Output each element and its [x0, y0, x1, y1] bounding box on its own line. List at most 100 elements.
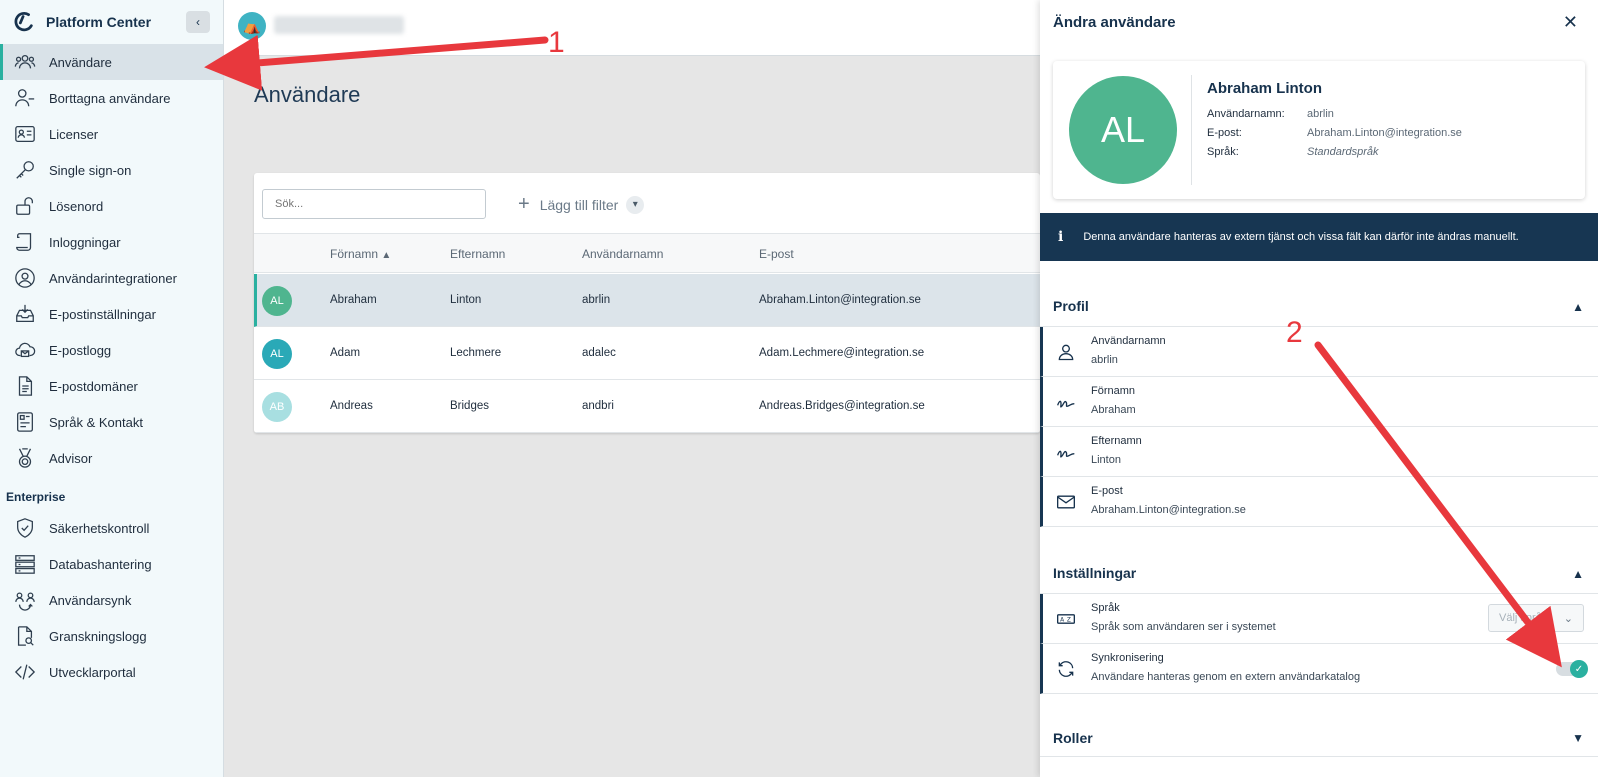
summary-email-row: E-post: Abraham.Linton@integration.se — [1207, 127, 1462, 139]
cell-email: Adam.Lechmere@integration.se — [759, 347, 925, 359]
avatar: AL — [262, 339, 292, 369]
cell-last-name: Linton — [450, 294, 482, 306]
tent-icon: ⛺ — [243, 17, 261, 34]
sidebar-item-label: Utvecklarportal — [49, 664, 136, 680]
table-row[interactable]: AB Andreas Bridges andbri Andreas.Bridge… — [254, 380, 1040, 433]
sidebar-nav: Användare Borttagna användare Licenser S… — [0, 44, 223, 690]
info-icon: i — [1058, 229, 1064, 245]
signature-icon — [1055, 391, 1077, 413]
column-header-anvandarnamn[interactable]: Användarnamn — [582, 234, 663, 274]
cloud-mail-icon — [13, 338, 37, 362]
sidebar-item-label: Lösenord — [49, 198, 104, 214]
column-header-fornamn[interactable]: Förnamn ▲ — [330, 234, 391, 276]
sidebar-item-label: Licenser — [49, 126, 99, 142]
language-icon: AZ — [1055, 608, 1077, 630]
users-icon — [13, 50, 37, 74]
table-row[interactable]: AL Adam Lechmere adalec Adam.Lechmere@in… — [254, 327, 1040, 380]
user-circle-icon — [13, 266, 37, 290]
sidebar-item-label: E-postlogg — [49, 342, 112, 358]
collapse-sidebar-button[interactable]: ‹ — [186, 11, 210, 33]
scroll-icon — [13, 230, 37, 254]
sidebar-item-anvandarsynk[interactable]: Användarsynk — [0, 582, 223, 618]
sidebar-item-e-postdomaner[interactable]: E-postdomäner — [0, 368, 223, 404]
avatar: AL — [1069, 76, 1177, 184]
profile-field-last-name: Efternamn Linton — [1040, 427, 1598, 477]
sync-toggle[interactable]: ✓ — [1556, 660, 1588, 678]
profile-field-email: E-post Abraham.Linton@integration.se — [1040, 477, 1598, 527]
mail-icon — [1055, 491, 1077, 513]
page-title: Användare — [254, 82, 361, 107]
sort-ascending-icon: ▲ — [381, 250, 392, 261]
sidebar-item-inloggningar[interactable]: Inloggningar — [0, 224, 223, 260]
signature-icon — [1055, 441, 1077, 463]
sidebar-item-licenser[interactable]: Licenser — [0, 116, 223, 152]
table-row[interactable]: AL Abraham Linton abrlin Abraham.Linton@… — [254, 274, 1040, 327]
roles-section-title: Roller — [1053, 730, 1093, 746]
check-icon: ✓ — [1570, 660, 1588, 678]
close-icon[interactable]: ✕ — [1563, 12, 1578, 33]
cell-username: andbri — [582, 400, 614, 412]
sidebar-item-utvecklarportal[interactable]: Utvecklarportal — [0, 654, 223, 690]
add-filter-button[interactable]: + Lägg till filter ▾ — [518, 193, 645, 216]
sidebar-item-e-postinstallningar[interactable]: E-postinställningar — [0, 296, 223, 332]
sidebar-item-sprak-kontakt[interactable]: Språk & Kontakt — [0, 404, 223, 440]
cell-first-name: Andreas — [330, 400, 373, 412]
sidebar-item-label: Borttagna användare — [49, 90, 171, 106]
id-card-icon — [13, 122, 37, 146]
chevron-left-icon: ‹ — [196, 15, 200, 29]
sidebar-item-label: Säkerhetskontroll — [49, 520, 150, 536]
sidebar-item-databashantering[interactable]: Databashantering — [0, 546, 223, 582]
summary-username-row: Användarnamn: abrlin — [1207, 108, 1334, 120]
user-icon — [1055, 341, 1077, 363]
unlock-icon — [13, 194, 37, 218]
chevron-down-icon[interactable]: ▼ — [1572, 731, 1584, 745]
svg-text:A: A — [1060, 618, 1064, 624]
cell-email: Abraham.Linton@integration.se — [759, 294, 921, 306]
sidebar-item-label: Användare — [49, 54, 112, 70]
search-input[interactable] — [262, 189, 486, 219]
setting-sync: Synkronisering Användare hanteras genom … — [1040, 644, 1598, 694]
svg-text:Z: Z — [1067, 618, 1071, 624]
profile-section-title: Profil — [1053, 298, 1089, 314]
sidebar-item-anvandarintegrationer[interactable]: Användarintegrationer — [0, 260, 223, 296]
cell-last-name: Lechmere — [450, 347, 502, 359]
chevron-down-icon[interactable]: ▾ — [626, 195, 645, 214]
sidebar-item-single-sign-on[interactable]: Single sign-on — [0, 152, 223, 188]
sidebar-item-advisor[interactable]: Advisor — [0, 440, 223, 476]
chevron-down-icon: ⌄ — [1563, 612, 1573, 625]
sidebar-item-borttagna-anvandare[interactable]: Borttagna användare — [0, 80, 223, 116]
enterprise-section-title: Enterprise — [6, 490, 66, 504]
user-minus-icon — [13, 86, 37, 110]
sidebar-item-sakerhetskontroll[interactable]: Säkerhetskontroll — [0, 510, 223, 546]
avatar: AL — [262, 286, 292, 316]
top-bar: ⛺ — [224, 0, 1040, 56]
setting-language: AZ Språk Språk som användaren ser i syst… — [1040, 594, 1598, 644]
edit-user-panel: Ändra användare ✕ AL Abraham Linton Anvä… — [1040, 0, 1598, 777]
key-icon — [13, 158, 37, 182]
panel-title: Ändra användare — [1053, 13, 1176, 31]
column-header-efternamn[interactable]: Efternamn — [450, 234, 505, 274]
sidebar-item-label: Språk & Kontakt — [49, 414, 143, 430]
user-sync-icon — [13, 588, 37, 612]
add-filter-label: Lägg till filter — [539, 196, 619, 213]
column-header-e-post[interactable]: E-post — [759, 234, 794, 274]
platform-logo-icon — [12, 10, 36, 34]
sidebar-item-granskningslogg[interactable]: Granskningslogg — [0, 618, 223, 654]
cell-last-name: Bridges — [450, 400, 489, 412]
organization-avatar[interactable]: ⛺ — [238, 12, 266, 40]
users-table-card: + Lägg till filter ▾ Förnamn ▲ Efternamn… — [254, 173, 1040, 433]
settings-section-title: Inställningar — [1053, 565, 1137, 581]
language-select[interactable]: Välj språk ⌄ — [1488, 604, 1584, 632]
sidebar-item-label: Advisor — [49, 450, 93, 466]
sidebar-item-e-postlogg[interactable]: E-postlogg — [0, 332, 223, 368]
plus-icon: + — [518, 193, 530, 215]
chevron-up-icon[interactable]: ▲ — [1572, 567, 1584, 581]
sidebar-item-label: E-postdomäner — [49, 378, 138, 394]
divider — [1191, 75, 1192, 185]
sidebar-item-anvandare[interactable]: Användare — [0, 44, 223, 80]
sidebar-item-label: Användarsynk — [49, 592, 132, 608]
sidebar-item-losenord[interactable]: Lösenord — [0, 188, 223, 224]
table-header: Förnamn ▲ Efternamn Användarnamn E-post — [254, 233, 1040, 273]
chevron-up-icon[interactable]: ▲ — [1572, 300, 1584, 314]
file-search-icon — [13, 624, 37, 648]
